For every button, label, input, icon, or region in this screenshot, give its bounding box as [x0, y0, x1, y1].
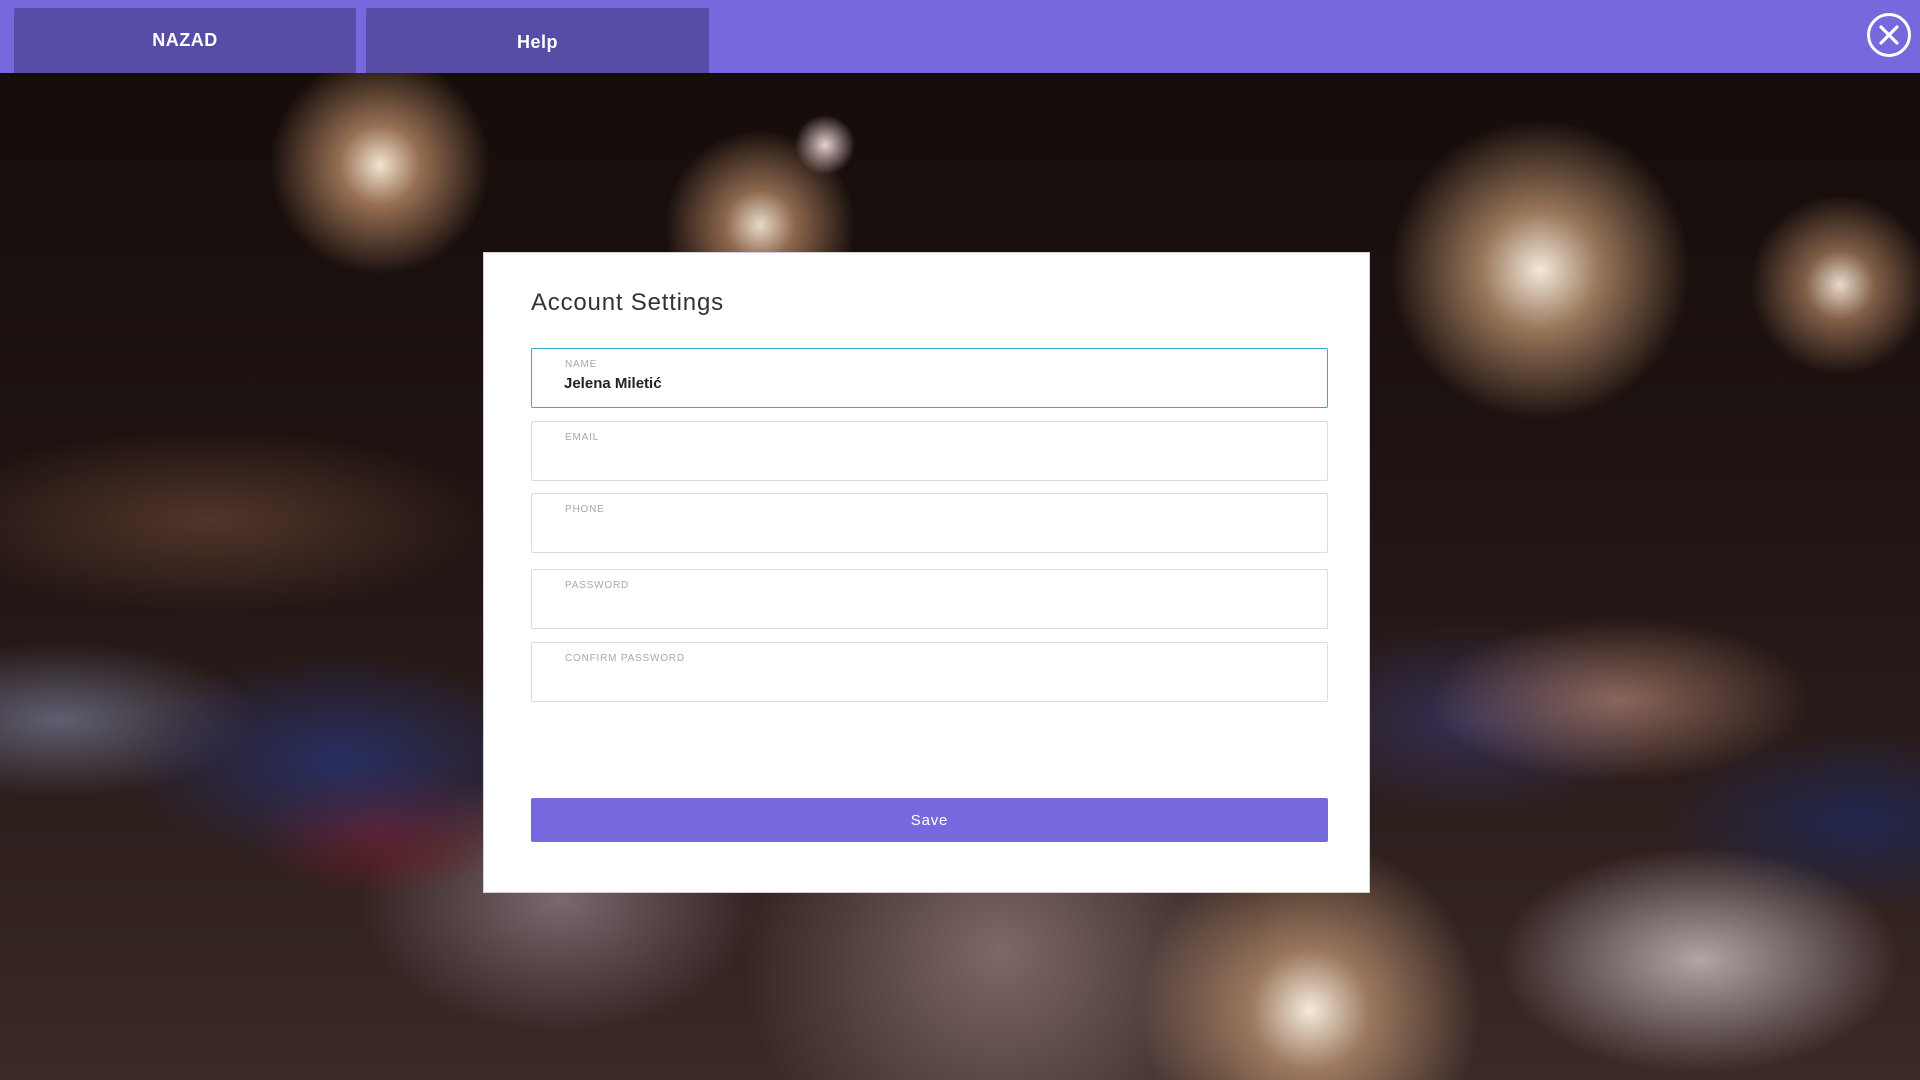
dialog-title: Account Settings	[531, 289, 724, 316]
app-screen: NAZAD Help Account Settings NAME EMAIL P…	[0, 0, 1920, 1080]
email-field-label: EMAIL	[565, 432, 600, 443]
account-settings-dialog: Account Settings NAME EMAIL PHONE PASSWO…	[483, 252, 1370, 893]
password-input[interactable]	[564, 596, 1304, 613]
name-field-label: NAME	[565, 359, 598, 370]
email-input[interactable]	[564, 448, 1304, 465]
phone-input[interactable]	[564, 520, 1304, 537]
phone-field-label: PHONE	[565, 504, 605, 515]
back-button[interactable]: NAZAD	[14, 8, 356, 73]
help-button[interactable]: Help	[366, 8, 709, 73]
close-circle-icon	[1867, 13, 1911, 57]
close-button[interactable]	[1866, 12, 1912, 58]
name-field[interactable]: NAME	[531, 348, 1328, 408]
confirm-password-input[interactable]	[564, 669, 1304, 686]
password-field-label: PASSWORD	[565, 580, 629, 591]
password-field[interactable]: PASSWORD	[531, 569, 1328, 629]
top-bar: NAZAD Help	[0, 0, 1920, 73]
confirm-password-field[interactable]: CONFIRM PASSWORD	[531, 642, 1328, 702]
phone-field[interactable]: PHONE	[531, 493, 1328, 553]
name-input[interactable]	[564, 375, 1304, 392]
save-button[interactable]: Save	[531, 798, 1328, 842]
email-field[interactable]: EMAIL	[531, 421, 1328, 481]
confirm-password-field-label: CONFIRM PASSWORD	[565, 653, 685, 664]
